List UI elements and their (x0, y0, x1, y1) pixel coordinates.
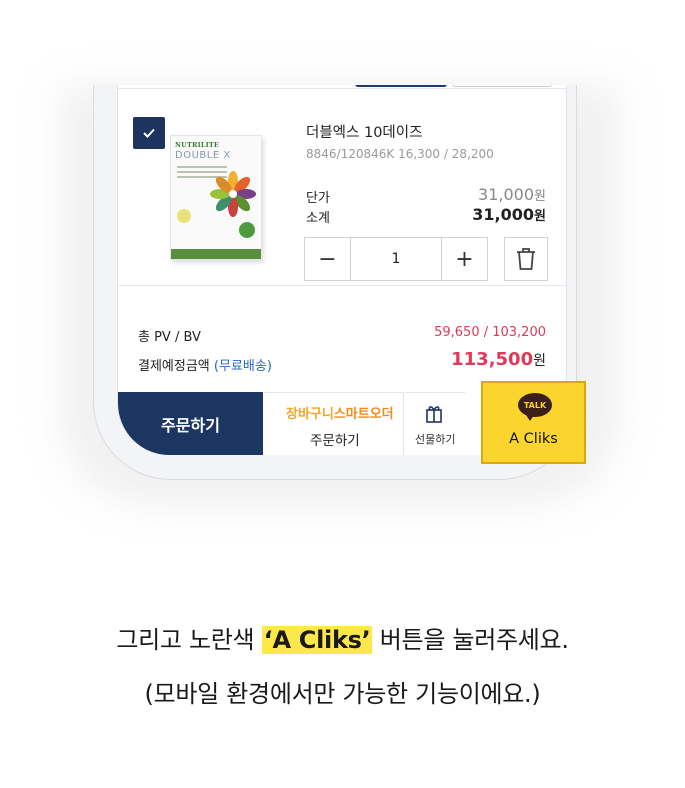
caption-line-1: 그리고 노란색 ‘A Cliks’ 버튼을 눌러주세요. (0, 620, 685, 655)
smart-order-button[interactable]: 장바구니스마트오더 주문하기 (264, 392, 404, 455)
quantity-stepper: − 1 + (304, 237, 488, 281)
caption-line-2: (모바일 환경에서만 가능한 기능이에요.) (144, 680, 541, 708)
smart-order-title-a: 장바구니 (286, 407, 334, 422)
decrease-button[interactable]: − (305, 238, 350, 280)
pvbv-label: 총 PV / BV (138, 330, 201, 345)
unit-price-value: 31,000 (478, 185, 535, 204)
pvbv-value: 59,650 / 103,200 (434, 325, 546, 340)
acliks-button[interactable]: TALK A Cliks (481, 381, 586, 464)
payment-amount-value: 113,500 (451, 349, 534, 370)
caption-highlight: ‘A Cliks’ (261, 626, 373, 654)
payment-label: 결제예정금액 (무료배송) (138, 355, 272, 374)
trash-icon (517, 248, 535, 270)
pack-badge (177, 209, 191, 223)
divider (118, 88, 566, 89)
pack-base (171, 249, 261, 259)
caption-text: 버튼을 눌러주세요. (372, 626, 569, 654)
check-icon (143, 128, 155, 138)
quantity-field[interactable]: 1 (350, 238, 442, 280)
unit-price-label: 단가 (306, 191, 330, 206)
currency-unit: 원 (533, 353, 546, 369)
order-button[interactable]: 주문하기 (118, 392, 263, 455)
product-name[interactable]: 더블엑스 10데이즈 (306, 121, 422, 142)
product-code: 8846/120846K 16,300 / 28,200 (306, 147, 494, 161)
currency-unit: 원 (534, 209, 546, 224)
product-pack-label: DOUBLE X (175, 150, 231, 161)
caption-text: 그리고 노란색 (116, 626, 262, 654)
kakaotalk-icon: TALK (518, 393, 552, 421)
delete-button[interactable] (504, 237, 548, 281)
increase-button[interactable]: + (442, 238, 487, 280)
pack-badge (239, 222, 255, 238)
gift-icon (426, 406, 442, 423)
smart-order-sub: 주문하기 (310, 433, 360, 449)
product-image[interactable]: NUTRILITE DOUBLE X (170, 135, 262, 260)
top-tab-active[interactable] (355, 85, 447, 87)
payment-amount: 113,500원 (451, 349, 546, 370)
subtotal-value: 31,000 (472, 205, 535, 224)
item-checkbox[interactable] (133, 117, 165, 149)
gift-label: 선물하기 (415, 433, 456, 446)
payment-label-text: 결제예정금액 (138, 359, 210, 374)
smart-order-title-b: 스마트오더 (333, 407, 394, 422)
gift-button[interactable]: 선물하기 (405, 392, 465, 455)
unit-price: 31,000원 (478, 185, 546, 204)
flower-icon (210, 171, 256, 217)
divider (118, 285, 566, 286)
shipping-note: (무료배송) (213, 359, 272, 374)
product-brand: NUTRILITE (175, 141, 220, 149)
currency-unit: 원 (534, 189, 546, 204)
subtotal-label: 소계 (306, 211, 330, 226)
smart-order-title: 장바구니스마트오더 (286, 403, 394, 422)
subtotal: 31,000원 (472, 205, 546, 224)
acliks-label: A Cliks (509, 431, 558, 447)
top-tab[interactable] (452, 85, 552, 87)
